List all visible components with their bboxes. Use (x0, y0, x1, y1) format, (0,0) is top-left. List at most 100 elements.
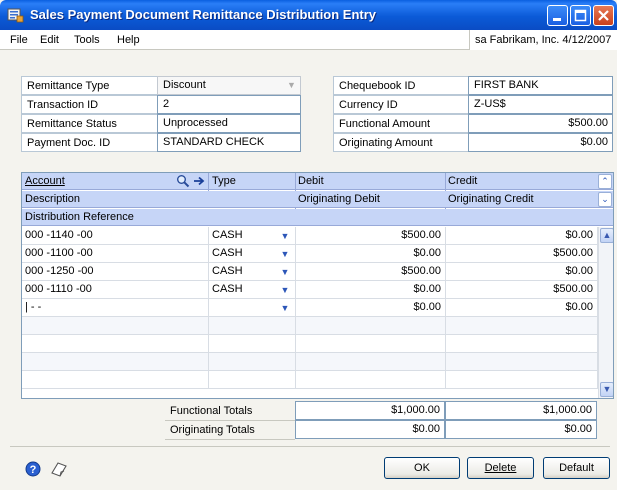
maximize-icon (574, 9, 587, 22)
originating-amount-field[interactable]: $0.00 (468, 133, 613, 152)
header-divider (208, 173, 209, 191)
divider (10, 446, 610, 447)
col-description: Description (25, 193, 81, 205)
payment-doc-id-label: Payment Doc. ID (21, 133, 157, 152)
svg-text:?: ? (30, 464, 37, 476)
credit-cell[interactable]: $500.00 (446, 281, 598, 299)
empty-cell[interactable] (22, 353, 209, 371)
empty-cell[interactable] (296, 335, 446, 353)
arrow-right-icon[interactable] (193, 175, 205, 187)
functional-credit-total: $1,000.00 (445, 401, 597, 420)
remittance-type-value: Discount (163, 79, 206, 91)
currency-id-field[interactable]: Z-US$ (468, 95, 613, 114)
minimize-icon (553, 18, 561, 21)
account-cell[interactable]: 000 -1250 -00 (22, 263, 209, 281)
remittance-type-select[interactable]: Discount ▼ (157, 76, 301, 95)
ok-button-label: OK (414, 462, 430, 474)
empty-cell[interactable] (22, 335, 209, 353)
empty-cell[interactable] (446, 317, 598, 335)
chevron-down-icon[interactable]: ▼ (278, 229, 292, 243)
default-button[interactable]: Default (543, 457, 610, 479)
maximize-button[interactable] (570, 5, 591, 26)
credit-cell[interactable]: $0.00 (446, 299, 598, 317)
payment-doc-id-field[interactable]: STANDARD CHECK (157, 133, 301, 152)
transaction-id-label: Transaction ID (21, 95, 157, 114)
minimize-button[interactable] (547, 5, 568, 26)
originating-credit-total: $0.00 (445, 420, 597, 439)
lookup-icon[interactable] (176, 174, 190, 188)
remittance-status-field[interactable]: Unprocessed (157, 114, 301, 133)
menu-file[interactable]: File (10, 34, 28, 46)
distribution-grid: Account Type Debit Credit ⌃ Description … (21, 172, 614, 399)
col-account[interactable]: Account (25, 175, 65, 187)
window: Sales Payment Document Remittance Distri… (0, 0, 617, 490)
app-icon (7, 8, 24, 23)
debit-cell[interactable]: $0.00 (296, 281, 446, 299)
vertical-scrollbar[interactable]: ▲ ▼ (598, 227, 613, 398)
default-button-label: Default (559, 462, 594, 474)
credit-cell[interactable]: $500.00 (446, 245, 598, 263)
empty-cell[interactable] (209, 317, 296, 335)
empty-cell[interactable] (22, 317, 209, 335)
col-credit: Credit (448, 175, 478, 187)
debit-cell[interactable]: $0.00 (296, 299, 446, 317)
chevron-down-icon[interactable]: ▼ (278, 247, 292, 261)
originating-amount-label: Originating Amount (333, 133, 468, 152)
originating-totals-label: Originating Totals (165, 421, 295, 440)
help-icon[interactable]: ? (25, 461, 41, 477)
user-company-date: sa Fabrikam, Inc. 4/12/2007 (469, 30, 617, 50)
delete-button[interactable]: Delete (467, 457, 534, 479)
account-cell[interactable]: 000 -1140 -00 (22, 227, 209, 245)
account-cell[interactable]: 000 -1110 -00 (22, 281, 209, 299)
title-bar: Sales Payment Document Remittance Distri… (0, 0, 617, 30)
collapse-icon[interactable]: ⌃ (598, 174, 612, 189)
close-icon (598, 10, 609, 21)
credit-cell[interactable]: $0.00 (446, 227, 598, 245)
window-title: Sales Payment Document Remittance Distri… (30, 7, 377, 22)
empty-cell[interactable] (296, 371, 446, 389)
debit-cell[interactable]: $500.00 (296, 263, 446, 281)
functional-debit-total: $1,000.00 (295, 401, 445, 420)
menu-edit[interactable]: Edit (40, 34, 59, 46)
empty-cell[interactable] (209, 335, 296, 353)
chequebook-id-field[interactable]: FIRST BANK (468, 76, 613, 95)
empty-cell[interactable] (296, 317, 446, 335)
empty-cell[interactable] (446, 353, 598, 371)
grid-header-row-2: Description Originating Debit Originatin… (22, 191, 613, 208)
menu-help[interactable]: Help (117, 34, 140, 46)
transaction-id-field[interactable]: 2 (157, 95, 301, 114)
scroll-down-icon[interactable]: ▼ (600, 382, 613, 397)
empty-cell[interactable] (446, 371, 598, 389)
note-icon[interactable] (50, 461, 68, 477)
chevron-down-icon[interactable]: ▼ (278, 283, 292, 297)
debit-cell[interactable]: $0.00 (296, 245, 446, 263)
grid-header-row-3: Distribution Reference (22, 209, 613, 226)
functional-totals-label: Functional Totals (165, 402, 295, 421)
chevron-down-icon[interactable]: ▼ (278, 301, 292, 315)
originating-debit-total: $0.00 (295, 420, 445, 439)
col-type: Type (212, 175, 236, 187)
chevron-down-icon[interactable]: ▼ (278, 265, 292, 279)
scroll-up-icon[interactable]: ▲ (600, 228, 613, 243)
functional-amount-field[interactable]: $500.00 (468, 114, 613, 133)
menu-tools[interactable]: Tools (74, 34, 100, 46)
grid-header-row-1: Account Type Debit Credit ⌃ (22, 173, 613, 190)
account-cell[interactable]: 000 -1100 -00 (22, 245, 209, 263)
close-button[interactable] (593, 5, 614, 26)
col-distribution-reference: Distribution Reference (25, 211, 134, 223)
expand-icon[interactable]: ⌄ (598, 192, 612, 207)
chequebook-id-label: Chequebook ID (333, 76, 468, 95)
empty-cell[interactable] (22, 371, 209, 389)
ok-button[interactable]: OK (384, 457, 460, 479)
empty-cell[interactable] (296, 353, 446, 371)
empty-cell[interactable] (209, 353, 296, 371)
credit-cell[interactable]: $0.00 (446, 263, 598, 281)
currency-id-label: Currency ID (333, 95, 468, 114)
empty-cell[interactable] (446, 335, 598, 353)
debit-cell[interactable]: $500.00 (296, 227, 446, 245)
empty-cell[interactable] (209, 371, 296, 389)
col-originating-credit: Originating Credit (448, 193, 534, 205)
col-originating-debit: Originating Debit (298, 193, 380, 205)
account-cell[interactable]: | - - (22, 299, 209, 317)
remittance-type-label: Remittance Type (21, 76, 157, 95)
